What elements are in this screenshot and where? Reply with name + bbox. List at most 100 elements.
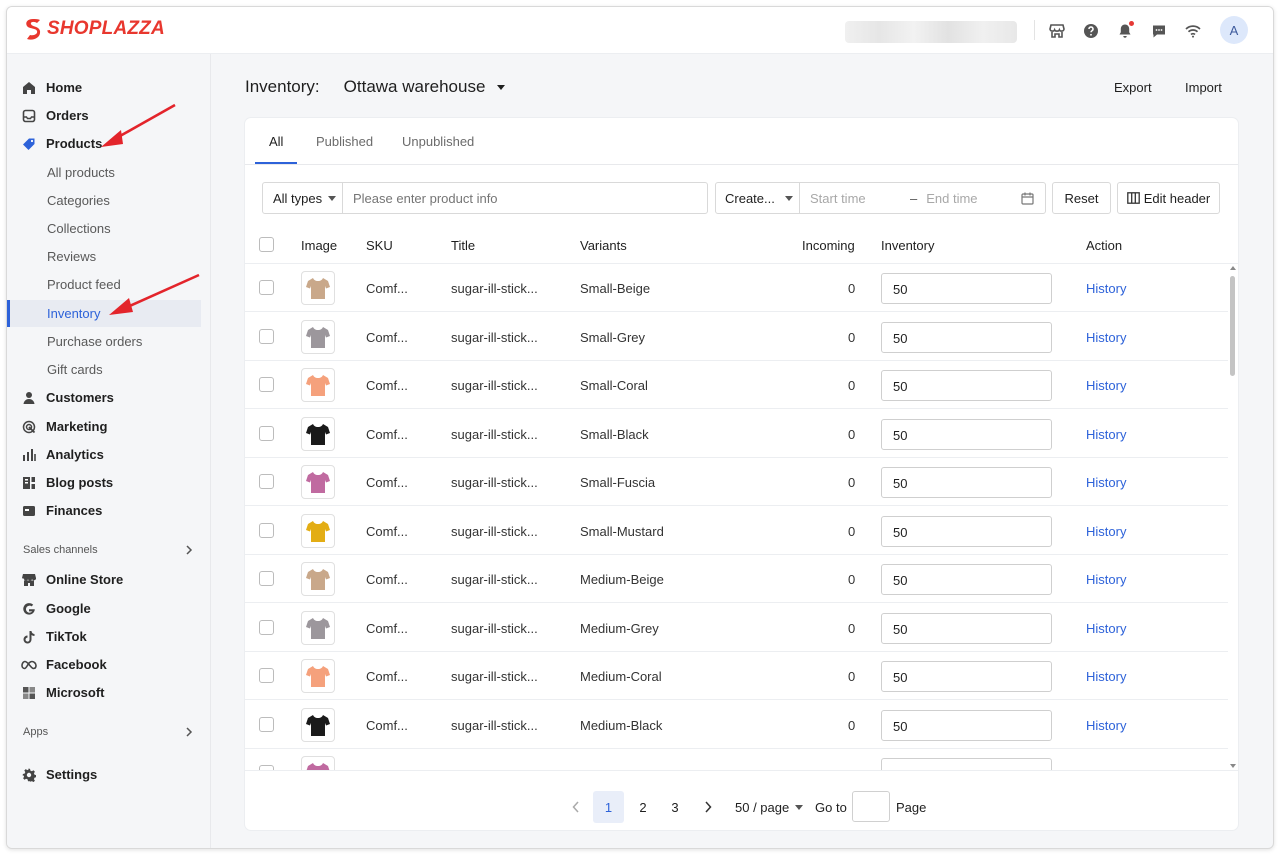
sidebar-item-facebook[interactable]: Facebook bbox=[7, 651, 201, 678]
table-row[interactable]: Comf... sugar-ill-stick... Small-Fuscia 0 50… bbox=[245, 458, 1228, 506]
select-all-checkbox[interactable] bbox=[259, 237, 274, 252]
page-button-1[interactable]: 1 bbox=[593, 791, 624, 823]
product-thumbnail[interactable] bbox=[301, 611, 335, 645]
product-thumbnail[interactable] bbox=[301, 708, 335, 742]
store-name-blurred[interactable] bbox=[845, 21, 1017, 43]
sidebar-item-tiktok[interactable]: TikTok bbox=[7, 623, 201, 650]
product-thumbnail[interactable] bbox=[301, 271, 335, 305]
scroll-down-icon[interactable] bbox=[1229, 763, 1237, 769]
sidebar-item-marketing[interactable]: Marketing bbox=[7, 413, 201, 440]
type-select[interactable]: All types bbox=[262, 182, 343, 214]
inventory-input[interactable]: 50 bbox=[881, 467, 1052, 498]
product-thumbnail[interactable] bbox=[301, 562, 335, 596]
end-time-input[interactable]: End time bbox=[926, 191, 1021, 206]
store-icon[interactable] bbox=[1046, 20, 1068, 42]
import-button[interactable]: Import bbox=[1185, 80, 1222, 95]
table-row[interactable]: Comf... sugar-ill-stick... Medium-Grey 0 50 H… bbox=[245, 604, 1228, 652]
product-search-input[interactable] bbox=[342, 182, 708, 214]
table-row[interactable] bbox=[245, 749, 1228, 770]
inventory-input[interactable]: 50 bbox=[881, 273, 1052, 304]
sidebar-subitem-product-feed[interactable]: Product feed bbox=[7, 271, 201, 298]
tab-unpublished[interactable]: Unpublished bbox=[402, 134, 474, 149]
help-icon[interactable] bbox=[1080, 20, 1102, 42]
table-row[interactable]: Comf... sugar-ill-stick... Small-Coral 0 50 H… bbox=[245, 361, 1228, 409]
sidebar-item-finances[interactable]: Finances bbox=[7, 497, 201, 524]
inventory-input[interactable]: 50 bbox=[881, 370, 1052, 401]
sidebar-subitem-collections[interactable]: Collections bbox=[7, 215, 201, 242]
sidebar-subitem-purchase-orders[interactable]: Purchase orders bbox=[7, 328, 201, 355]
table-row[interactable]: Comf... sugar-ill-stick... Medium-Black 0 50… bbox=[245, 701, 1228, 749]
goto-page-input[interactable] bbox=[852, 791, 890, 822]
prev-page-button[interactable] bbox=[569, 791, 583, 823]
brand-logo[interactable]: SHOPLAZZA bbox=[23, 18, 165, 40]
history-link[interactable]: History bbox=[1086, 572, 1126, 587]
inventory-input[interactable]: 50 bbox=[881, 710, 1052, 741]
row-checkbox[interactable] bbox=[259, 426, 274, 441]
sidebar-subitem-all-products[interactable]: All products bbox=[7, 159, 201, 186]
sidebar-item-settings[interactable]: Settings bbox=[7, 761, 201, 788]
row-checkbox[interactable] bbox=[259, 523, 274, 538]
sidebar-item-orders[interactable]: Orders bbox=[7, 102, 201, 129]
column-header-title[interactable]: Title bbox=[451, 238, 475, 253]
sidebar-item-microsoft[interactable]: Microsoft bbox=[7, 679, 201, 706]
table-row[interactable]: Comf... sugar-ill-stick... Small-Grey 0 50 Hi… bbox=[245, 313, 1228, 361]
tab-all[interactable]: All bbox=[269, 134, 283, 149]
scrollbar-thumb[interactable] bbox=[1230, 276, 1235, 376]
product-thumbnail[interactable] bbox=[301, 756, 335, 770]
sidebar-subitem-gift-cards[interactable]: Gift cards bbox=[7, 356, 201, 383]
page-button-3[interactable]: 3 bbox=[665, 791, 685, 823]
sidebar-item-blog-posts[interactable]: Blog posts bbox=[7, 469, 201, 496]
edit-header-button[interactable]: Edit header bbox=[1117, 182, 1220, 214]
export-button[interactable]: Export bbox=[1114, 80, 1152, 95]
table-scrollbar[interactable] bbox=[1228, 264, 1238, 770]
column-header-inventory[interactable]: Inventory bbox=[881, 238, 934, 253]
sidebar-item-online-store[interactable]: Online Store bbox=[7, 566, 201, 593]
scroll-up-icon[interactable] bbox=[1229, 265, 1237, 271]
start-time-input[interactable]: Start time bbox=[810, 191, 910, 206]
sidebar-subitem-categories[interactable]: Categories bbox=[7, 187, 201, 214]
inventory-input[interactable]: 50 bbox=[881, 613, 1052, 644]
inventory-input[interactable]: 50 bbox=[881, 661, 1052, 692]
next-page-button[interactable] bbox=[701, 791, 715, 823]
row-checkbox[interactable] bbox=[259, 329, 274, 344]
history-link[interactable]: History bbox=[1086, 281, 1126, 296]
history-link[interactable]: History bbox=[1086, 718, 1126, 733]
sidebar-section-apps[interactable]: Apps bbox=[23, 726, 193, 738]
chat-icon[interactable] bbox=[1148, 20, 1170, 42]
history-link[interactable]: History bbox=[1086, 427, 1126, 442]
sidebar-item-customers[interactable]: Customers bbox=[7, 384, 201, 411]
bell-icon[interactable] bbox=[1114, 20, 1136, 42]
sidebar-section-sales-channels[interactable]: Sales channels bbox=[23, 544, 193, 556]
row-checkbox[interactable] bbox=[259, 717, 274, 732]
inventory-input[interactable]: 50 bbox=[881, 564, 1052, 595]
row-checkbox[interactable] bbox=[259, 571, 274, 586]
row-checkbox[interactable] bbox=[259, 474, 274, 489]
page-size-select[interactable]: 50 / page bbox=[735, 791, 804, 823]
inventory-input[interactable] bbox=[881, 758, 1052, 770]
product-thumbnail[interactable] bbox=[301, 417, 335, 451]
row-checkbox[interactable] bbox=[259, 668, 274, 683]
column-header-variants[interactable]: Variants bbox=[580, 238, 627, 253]
table-row[interactable]: Comf... sugar-ill-stick... Medium-Beige 0 50… bbox=[245, 555, 1228, 603]
history-link[interactable]: History bbox=[1086, 378, 1126, 393]
table-row[interactable]: Comf... sugar-ill-stick... Small-Beige 0 50 H… bbox=[245, 264, 1228, 312]
column-header-sku[interactable]: SKU bbox=[366, 238, 393, 253]
product-thumbnail[interactable] bbox=[301, 659, 335, 693]
product-thumbnail[interactable] bbox=[301, 514, 335, 548]
sidebar-item-products[interactable]: Products bbox=[7, 130, 201, 157]
date-range-picker[interactable]: Start time – End time bbox=[799, 182, 1046, 214]
tab-published[interactable]: Published bbox=[316, 134, 373, 149]
sidebar-item-home[interactable]: Home bbox=[7, 74, 201, 101]
table-row[interactable]: Comf... sugar-ill-stick... Medium-Coral 0 50… bbox=[245, 652, 1228, 700]
row-checkbox[interactable] bbox=[259, 377, 274, 392]
history-link[interactable]: History bbox=[1086, 524, 1126, 539]
table-row[interactable]: Comf... sugar-ill-stick... Small-Mustard 0 5… bbox=[245, 507, 1228, 555]
wifi-icon[interactable] bbox=[1182, 20, 1204, 42]
row-checkbox[interactable] bbox=[259, 280, 274, 295]
product-thumbnail[interactable] bbox=[301, 465, 335, 499]
page-button-2[interactable]: 2 bbox=[633, 791, 653, 823]
row-checkbox[interactable] bbox=[259, 620, 274, 635]
sidebar-item-analytics[interactable]: Analytics bbox=[7, 441, 201, 468]
sidebar-subitem-inventory[interactable]: Inventory bbox=[7, 300, 201, 327]
history-link[interactable]: History bbox=[1086, 621, 1126, 636]
